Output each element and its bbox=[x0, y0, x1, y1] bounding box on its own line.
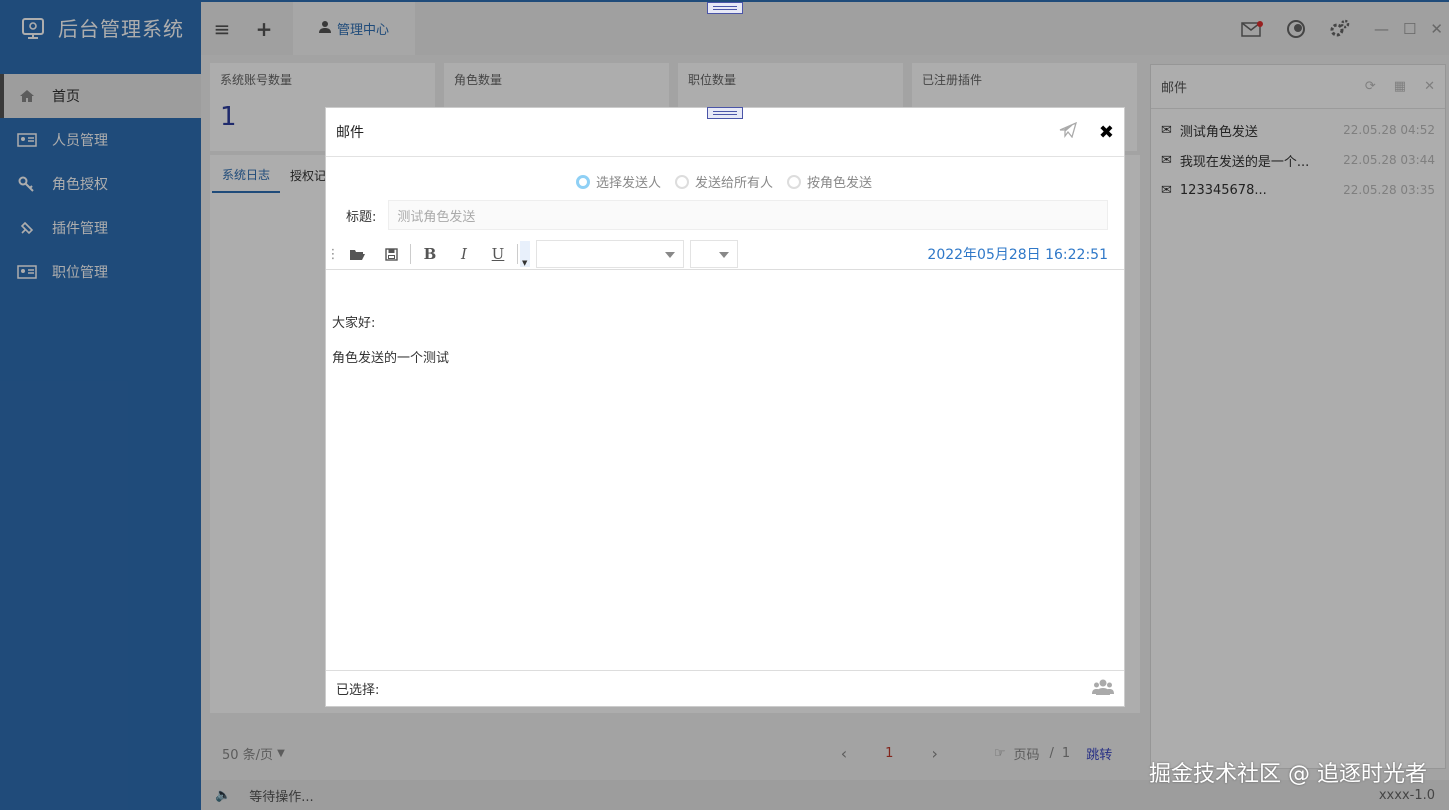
users-group-icon bbox=[1092, 679, 1114, 695]
underline-button[interactable]: U bbox=[481, 240, 515, 268]
subject-row: 标题: 测试角色发送 bbox=[346, 200, 1109, 230]
paper-plane-icon bbox=[1059, 121, 1077, 139]
drag-handle-top[interactable] bbox=[707, 2, 743, 14]
dialog-title: 邮件 bbox=[336, 125, 364, 141]
bold-icon: B bbox=[423, 245, 437, 263]
bold-button[interactable]: B bbox=[413, 240, 447, 268]
dialog-footer: 已选择: bbox=[326, 670, 1124, 706]
radio-unchecked-icon bbox=[675, 174, 690, 189]
floppy-icon bbox=[384, 247, 398, 261]
caret-down-icon: ▼ bbox=[522, 259, 528, 267]
recipient-mode: 选择发送人 发送给所有人 按角色发送 bbox=[576, 172, 872, 191]
selected-recipients-label: 已选择: bbox=[336, 683, 380, 698]
subject-label: 标题: bbox=[346, 209, 377, 225]
dialog-drag-handle[interactable] bbox=[707, 107, 743, 119]
radio-label: 按角色发送 bbox=[807, 176, 873, 191]
close-icon[interactable]: ✖ bbox=[1099, 122, 1114, 143]
chevron-down-icon bbox=[719, 252, 729, 258]
radio-select-recipients[interactable]: 选择发送人 bbox=[576, 172, 661, 191]
radio-unchecked-icon bbox=[787, 174, 802, 189]
send-button[interactable] bbox=[1059, 121, 1077, 142]
radio-send-by-role[interactable]: 按角色发送 bbox=[787, 172, 872, 191]
save-button[interactable] bbox=[374, 240, 408, 268]
italic-icon: I bbox=[461, 245, 467, 263]
chevron-down-icon bbox=[665, 252, 675, 258]
radio-send-all[interactable]: 发送给所有人 bbox=[675, 172, 773, 191]
select-recipients-button[interactable] bbox=[1092, 678, 1114, 700]
toolbar-grip-icon: ⋮ bbox=[326, 246, 340, 262]
font-family-select[interactable] bbox=[536, 240, 684, 268]
compose-datetime: 2022年05月28日 16:22:51 bbox=[927, 247, 1108, 263]
body-line: 大家好: bbox=[332, 316, 376, 331]
radio-checked-icon bbox=[576, 174, 590, 189]
mail-compose-dialog: 邮件 ✖ 选择发送人 发送给所有人 按角色发送 标题: 测试角色发送 ⋮ B I… bbox=[325, 107, 1125, 707]
text-color-button[interactable]: ▼ bbox=[520, 241, 530, 267]
radio-label: 发送给所有人 bbox=[695, 176, 774, 191]
subject-value: 测试角色发送 bbox=[397, 209, 476, 225]
toolbar-divider bbox=[517, 244, 518, 264]
editor-toolbar: ⋮ B I U ▼ 2022年05月28日 16:22:51 bbox=[326, 239, 1124, 270]
font-size-select[interactable] bbox=[690, 240, 738, 268]
watermark: 掘金技术社区 @ 追逐时光者 bbox=[1149, 762, 1427, 787]
body-line: 角色发送的一个测试 bbox=[332, 351, 450, 366]
folder-open-icon bbox=[350, 249, 365, 260]
radio-label: 选择发送人 bbox=[596, 176, 662, 191]
open-file-button[interactable] bbox=[340, 240, 374, 268]
subject-input[interactable]: 测试角色发送 bbox=[388, 200, 1109, 230]
underline-icon: U bbox=[491, 245, 505, 263]
mail-body-editor[interactable]: 大家好: 角色发送的一个测试 bbox=[326, 270, 1124, 670]
italic-button[interactable]: I bbox=[447, 240, 481, 268]
toolbar-divider bbox=[410, 244, 411, 264]
